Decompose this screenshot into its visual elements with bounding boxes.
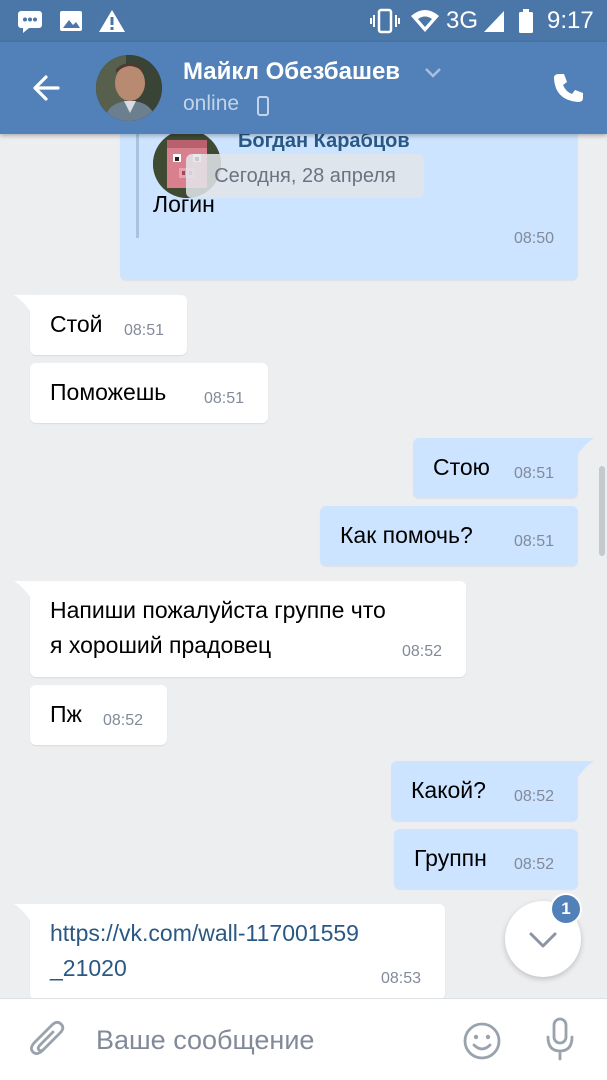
- message-time: 08:52: [103, 712, 144, 729]
- wifi-icon: [410, 8, 440, 40]
- message-link[interactable]: _21020: [50, 953, 127, 984]
- message-time: 08:52: [514, 856, 555, 873]
- clock: 9:17: [547, 7, 594, 34]
- gallery-notification-icon: [58, 8, 84, 40]
- bubble-tail: [574, 438, 594, 460]
- message-time: 08:50: [514, 230, 555, 247]
- message-bubble-outgoing[interactable]: Группн 08:52: [394, 829, 578, 889]
- message-time: 08:51: [514, 533, 555, 550]
- message-time: 08:51: [204, 390, 245, 407]
- call-icon[interactable]: [550, 70, 586, 106]
- contact-name[interactable]: Майкл Обезбашев: [183, 58, 400, 86]
- message-bubble-incoming[interactable]: Напиши пожалуйста группе что я хороший п…: [14, 581, 466, 677]
- message-text: Группн: [414, 845, 487, 871]
- scrollbar[interactable]: [599, 466, 605, 556]
- chat-header: Майкл Обезбашев online: [0, 42, 607, 134]
- bubble-tail: [574, 761, 594, 783]
- forwarded-author-name[interactable]: Богдан Карабцов: [238, 134, 410, 153]
- chevron-down-icon[interactable]: [424, 66, 442, 84]
- battery-icon: [518, 8, 534, 40]
- message-input[interactable]: Ваше сообщение: [96, 1025, 314, 1056]
- bubble-tail: [14, 581, 34, 603]
- network-type: 3G: [446, 7, 479, 34]
- message-time: 08:52: [402, 643, 443, 660]
- message-list[interactable]: Богдан Карабцов Логин 08:50 Сегодня, 28 …: [0, 134, 607, 998]
- message-bubble-outgoing[interactable]: Стою 08:51: [413, 438, 594, 498]
- bubble-tail: [14, 295, 34, 317]
- bubble-tail: [14, 904, 34, 926]
- message-bubble-outgoing[interactable]: Какой? 08:52: [391, 761, 594, 821]
- message-bubble-incoming[interactable]: Стой 08:51: [14, 295, 187, 355]
- message-text-line: я хороший прадовец: [50, 632, 272, 658]
- message-bubble-outgoing[interactable]: Как помочь? 08:51: [320, 506, 578, 566]
- back-arrow-icon[interactable]: [28, 68, 68, 108]
- message-text-line: Напиши пожалуйста группе что: [50, 597, 386, 623]
- message-text: Какой?: [411, 777, 486, 803]
- microphone-icon[interactable]: [544, 1017, 576, 1061]
- warning-icon: [98, 8, 126, 40]
- message-text: Как помочь?: [340, 522, 473, 548]
- message-link[interactable]: https://vk.com/wall-117001559: [50, 918, 359, 949]
- message-time: 08:53: [381, 970, 422, 987]
- date-separator: Сегодня, 28 апреля: [186, 154, 424, 198]
- vibrate-icon: [370, 8, 400, 40]
- message-text: Стой: [50, 311, 103, 337]
- message-time: 08:51: [124, 322, 165, 339]
- message-bubble-incoming[interactable]: https://vk.com/wall-117001559 _21020 08:…: [14, 904, 445, 998]
- message-text: Пж: [50, 701, 82, 727]
- signal-icon: [482, 8, 506, 40]
- emoji-icon[interactable]: [462, 1021, 502, 1061]
- attach-icon[interactable]: [28, 1019, 68, 1061]
- message-bubble-incoming[interactable]: Пж 08:52: [30, 685, 167, 745]
- message-text: Стою: [433, 454, 490, 480]
- status-bar: 3G 9:17: [0, 0, 607, 42]
- unread-badge: 1: [550, 893, 582, 925]
- message-composer: Ваше сообщение: [0, 998, 607, 1080]
- contact-status: online: [183, 92, 240, 115]
- message-notification-icon: [16, 8, 44, 40]
- message-bubble-incoming[interactable]: Поможешь 08:51: [30, 363, 268, 423]
- message-text: Поможешь: [50, 379, 167, 405]
- message-time: 08:52: [514, 788, 555, 805]
- forward-bar: [136, 134, 139, 238]
- contact-avatar[interactable]: [96, 55, 162, 121]
- message-time: 08:51: [514, 465, 555, 482]
- mobile-online-icon: [257, 96, 269, 121]
